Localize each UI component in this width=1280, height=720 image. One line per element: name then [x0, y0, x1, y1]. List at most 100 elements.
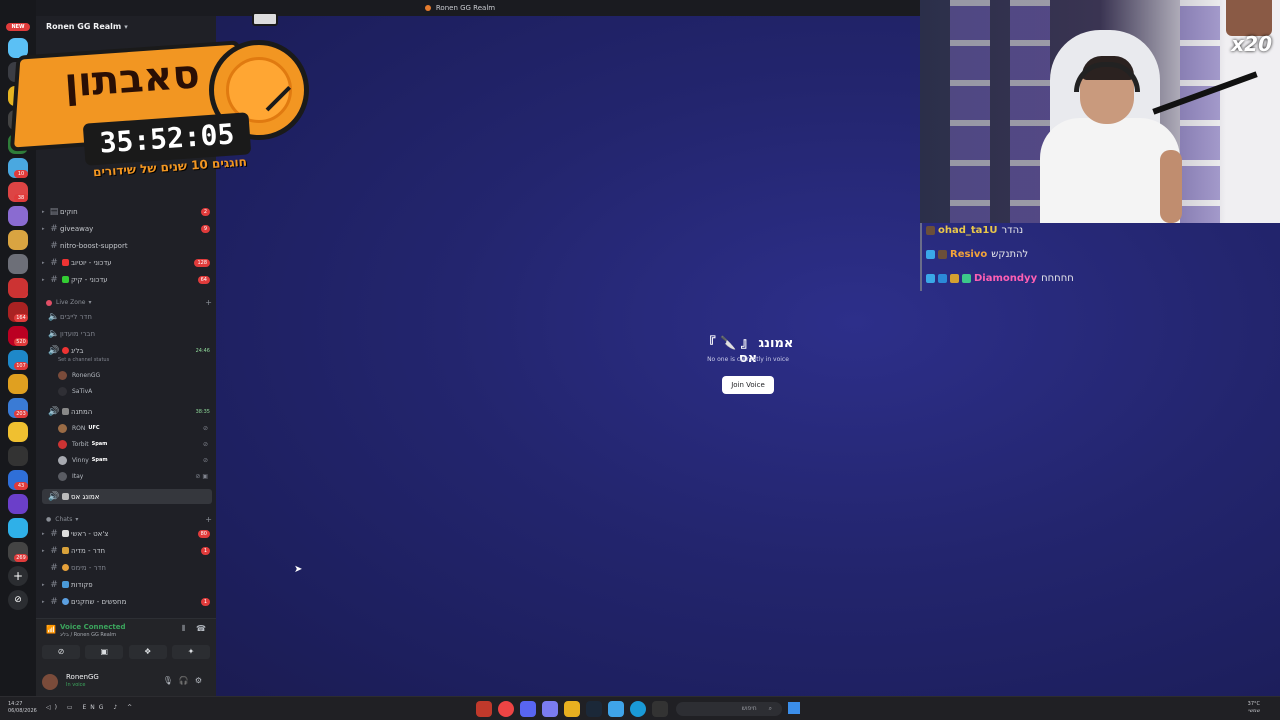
- mention-count: 9: [200, 224, 210, 233]
- server-icon[interactable]: [8, 494, 28, 514]
- server-icon[interactable]: [8, 446, 28, 466]
- add-channel-icon[interactable]: +: [205, 515, 212, 524]
- signal-icon[interactable]: 📶: [46, 625, 56, 634]
- microphone-icon[interactable]: ♪: [113, 704, 121, 711]
- corner-avatar: [1226, 0, 1272, 36]
- subathon-overlay: סאבתון 35:52:05 חוגגים 10 שנים של שידורי…: [9, 12, 320, 202]
- discord-icon[interactable]: [520, 701, 536, 717]
- obs-icon[interactable]: [542, 701, 558, 717]
- start-button[interactable]: [788, 702, 800, 714]
- server-icon[interactable]: [8, 206, 28, 226]
- gear-icon[interactable]: ⚙: [195, 676, 208, 685]
- streamer-body: [1040, 118, 1180, 223]
- avatar: [58, 423, 67, 433]
- app-icon[interactable]: [476, 701, 492, 717]
- voice-user[interactable]: SaTivA: [58, 384, 208, 398]
- chat-bubble-icon: ●: [46, 516, 52, 523]
- chat-message: Resivo להתנקש: [926, 249, 1028, 260]
- voice-user[interactable]: Itay ⊘ ▣: [58, 469, 208, 483]
- hash-icon: #: [50, 528, 58, 539]
- server-icon[interactable]: [8, 278, 28, 298]
- weather[interactable]: 37°C שמשי: [1248, 701, 1260, 715]
- channel-item[interactable]: ▸ # צ'אט - ראשי 80: [42, 526, 212, 541]
- app-icon: [424, 5, 431, 11]
- server-icon[interactable]: [8, 254, 28, 274]
- search-input[interactable]: חיפוש ⌕: [676, 702, 782, 716]
- folder-icon[interactable]: [564, 701, 580, 717]
- speech-icon: [62, 530, 69, 537]
- search-icon: [62, 598, 69, 605]
- volume-icon[interactable]: ◁): [46, 704, 61, 711]
- voice-channel-item[interactable]: 🔊 בליג 24:46: [42, 343, 212, 358]
- server-icon[interactable]: [8, 230, 28, 250]
- voice-channel-item[interactable]: 🔊 המתנה 38:35: [42, 404, 212, 419]
- youtube-icon: [62, 259, 69, 266]
- chrome-icon[interactable]: [498, 701, 514, 717]
- channel-item[interactable]: ▸ # חדר - מדיה 1: [42, 543, 212, 558]
- discover-icon[interactable]: ⊘: [8, 590, 28, 610]
- chevron-up-icon[interactable]: ^: [127, 704, 136, 711]
- mouse-cursor-icon: ➤: [294, 564, 303, 575]
- channel-item[interactable]: ▸ # עדכוני - יוטיוב 128: [42, 255, 212, 270]
- screen-share-button[interactable]: ▣: [85, 645, 124, 659]
- channel-item[interactable]: # nitro-boost-support: [42, 238, 212, 253]
- edge-icon[interactable]: [630, 701, 646, 717]
- steam-icon[interactable]: [586, 701, 602, 717]
- mention-count: 64: [197, 275, 210, 284]
- channel-item[interactable]: ▸ # פקודות: [42, 577, 212, 592]
- voice-user[interactable]: RonenGG: [58, 368, 208, 382]
- voice-connected-panel: 📶 Voice Connected בליג / Ronen GG Realm …: [36, 618, 216, 668]
- muted-headset-icon: ⊘: [202, 424, 208, 432]
- terminal-icon[interactable]: [652, 701, 668, 717]
- server-icon[interactable]: [8, 518, 28, 538]
- hash-icon: #: [50, 562, 58, 573]
- unread-badge: 520: [14, 338, 28, 346]
- muted-headset-icon: ⊘ ▣: [195, 472, 208, 480]
- channel-item[interactable]: # חדר - מימס: [42, 560, 212, 575]
- server-icon[interactable]: [8, 422, 28, 442]
- unread-badge: 269: [14, 554, 28, 562]
- disconnect-icon[interactable]: ☎: [196, 624, 206, 633]
- camera-off-button[interactable]: ⊘: [42, 645, 80, 659]
- microphone-icon[interactable]: 🎙: [163, 676, 179, 685]
- category-chats[interactable]: ● Chats ▾ +: [46, 515, 212, 524]
- add-server-icon[interactable]: +: [8, 566, 28, 586]
- add-channel-icon[interactable]: +: [205, 298, 212, 307]
- join-voice-button[interactable]: Join Voice: [722, 376, 774, 394]
- channel-item[interactable]: ▸ ▤ חוקים 2: [42, 204, 212, 219]
- shelf: [950, 0, 990, 223]
- avatar: [58, 455, 67, 465]
- taskbar: 14:27 06/08/2026 ◁) ▭ ENG ♪ ^ חיפוש ⌕ 37…: [0, 696, 1280, 720]
- voice-user[interactable]: RON UFC ⊘: [58, 421, 208, 435]
- live-dot-icon: [46, 299, 52, 306]
- clock[interactable]: 14:27 06/08/2026: [8, 701, 37, 715]
- noise-suppression-icon[interactable]: ⦀: [182, 624, 186, 633]
- avatar[interactable]: [42, 674, 58, 690]
- channel-item[interactable]: ▸ # עדכוני - קיק 64: [42, 272, 212, 287]
- voice-user[interactable]: Vinny Spam ⊘: [58, 453, 208, 467]
- server-icon[interactable]: [8, 374, 28, 394]
- stopwatch-button: [252, 12, 278, 26]
- voice-channel-item[interactable]: 🔈 חברי מועדון: [42, 326, 212, 341]
- commands-icon: [62, 581, 69, 588]
- set-channel-status[interactable]: Set a channel status: [58, 357, 109, 363]
- channel-item[interactable]: ▸ # giveaway 9: [42, 221, 212, 236]
- category-live-zone[interactable]: Live Zone ▾ +: [46, 298, 212, 307]
- badge-icon: [962, 274, 971, 283]
- app-icon[interactable]: [608, 701, 624, 717]
- activities-button[interactable]: ❖: [128, 645, 167, 659]
- hash-icon: #: [50, 274, 58, 285]
- channel-item[interactable]: ▸ # מחפשים - שחקנים 1: [42, 594, 212, 609]
- mention-count: 2: [200, 207, 210, 216]
- headphones-icon[interactable]: 🎧: [179, 676, 195, 685]
- voice-channel-active[interactable]: 🔊 אמונג אס: [42, 489, 212, 504]
- badge-icon: [938, 250, 947, 259]
- language-indicator[interactable]: ENG: [82, 704, 107, 711]
- voice-channel-item[interactable]: 🔈 חדר לייבים: [42, 309, 212, 324]
- soundboard-button[interactable]: ✦: [171, 645, 210, 659]
- voice-user[interactable]: Torbit Spam ⊘: [58, 437, 208, 451]
- network-icon[interactable]: ▭: [67, 704, 77, 711]
- avatar: [58, 471, 67, 481]
- webcam-feed: x20: [920, 0, 1280, 223]
- avatar: [58, 386, 67, 396]
